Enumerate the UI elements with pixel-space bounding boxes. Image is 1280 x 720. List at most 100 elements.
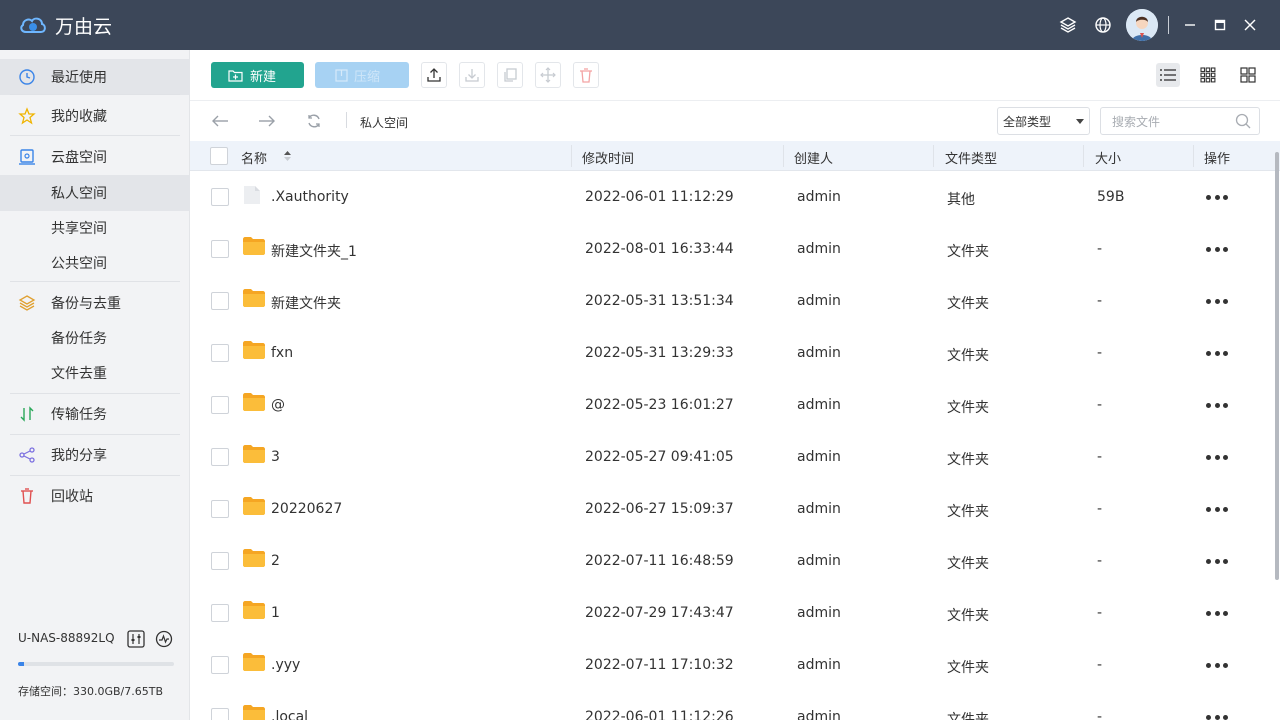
minimize-icon[interactable] bbox=[1180, 15, 1200, 35]
move-icon bbox=[540, 67, 556, 83]
header-size[interactable]: 大小 bbox=[1095, 148, 1121, 167]
sidebar-item-backup-dedup[interactable]: 备份与去重 bbox=[0, 285, 190, 321]
globe-icon[interactable] bbox=[1093, 15, 1113, 35]
sidebar-item-transfer[interactable]: 传输任务 bbox=[0, 396, 190, 432]
file-name[interactable]: .yyy bbox=[271, 657, 300, 673]
grid-large-icon bbox=[1240, 67, 1256, 83]
sidebar-item-label: 文件去重 bbox=[51, 366, 107, 382]
more-actions-icon[interactable] bbox=[1206, 447, 1228, 467]
row-checkbox[interactable] bbox=[211, 188, 229, 206]
table-row[interactable]: 新建文件夹 2022-05-31 13:51:34 admin 文件夹 - bbox=[190, 275, 1276, 327]
more-actions-icon[interactable] bbox=[1206, 655, 1228, 675]
row-checkbox[interactable] bbox=[211, 240, 229, 258]
grid-view-button[interactable] bbox=[1196, 63, 1220, 87]
file-name[interactable]: .Xauthority bbox=[271, 189, 349, 205]
table-row[interactable]: .local 2022-06-01 11:12:26 admin 文件夹 - bbox=[190, 691, 1276, 720]
table-row[interactable]: 3 2022-05-27 09:41:05 admin 文件夹 - bbox=[190, 431, 1276, 483]
row-checkbox[interactable] bbox=[211, 604, 229, 622]
file-name[interactable]: .local bbox=[271, 709, 308, 720]
activity-icon[interactable] bbox=[155, 630, 173, 648]
header-creator[interactable]: 创建人 bbox=[794, 148, 833, 167]
file-name[interactable]: @ bbox=[271, 397, 285, 413]
folder-icon bbox=[243, 341, 265, 361]
sidebar-item-cloud-space[interactable]: 云盘空间 bbox=[0, 139, 190, 175]
close-icon[interactable] bbox=[1240, 15, 1260, 35]
list-view-button[interactable] bbox=[1156, 63, 1180, 87]
app-logo-icon bbox=[20, 17, 46, 33]
search-input[interactable]: 搜索文件 bbox=[1100, 107, 1260, 135]
file-name[interactable]: 1 bbox=[271, 605, 280, 621]
file-name[interactable]: fxn bbox=[271, 345, 293, 361]
sidebar-item-shared-space[interactable]: 共享空间 bbox=[0, 210, 190, 246]
select-all-checkbox[interactable] bbox=[210, 147, 228, 165]
more-actions-icon[interactable] bbox=[1206, 187, 1228, 207]
large-grid-view-button[interactable] bbox=[1236, 63, 1260, 87]
upload-icon bbox=[427, 68, 441, 82]
sidebar-item-private-space[interactable]: 私人空间 bbox=[0, 175, 190, 211]
breadcrumb[interactable]: 私人空间 bbox=[360, 114, 408, 131]
sidebar-item-recycle-bin[interactable]: 回收站 bbox=[0, 478, 190, 514]
table-row[interactable]: fxn 2022-05-31 13:29:33 admin 文件夹 - bbox=[190, 327, 1276, 379]
row-checkbox[interactable] bbox=[211, 656, 229, 674]
sidebar-item-my-share[interactable]: 我的分享 bbox=[0, 437, 190, 473]
forward-button[interactable] bbox=[257, 111, 277, 131]
more-actions-icon[interactable] bbox=[1206, 239, 1228, 259]
sidebar-item-file-dedup[interactable]: 文件去重 bbox=[0, 355, 190, 391]
scrollbar[interactable] bbox=[1275, 152, 1279, 580]
table-row[interactable]: .Xauthority 2022-06-01 11:12:29 admin 其他 59B bbox=[190, 171, 1276, 223]
file-name[interactable]: 3 bbox=[271, 449, 280, 465]
type-filter-select[interactable]: 全部类型 bbox=[997, 107, 1090, 135]
table-row[interactable]: 20220627 2022-06-27 15:09:37 admin 文件夹 - bbox=[190, 483, 1276, 535]
upload-button[interactable] bbox=[421, 62, 447, 88]
header-type[interactable]: 文件类型 bbox=[945, 148, 997, 167]
file-size: - bbox=[1097, 605, 1103, 621]
header-modified[interactable]: 修改时间 bbox=[582, 148, 634, 167]
sidebar-item-favorites[interactable]: 我的收藏 bbox=[0, 98, 190, 134]
row-checkbox[interactable] bbox=[211, 448, 229, 466]
more-actions-icon[interactable] bbox=[1206, 395, 1228, 415]
header-name[interactable]: 名称 bbox=[241, 148, 267, 167]
row-checkbox[interactable] bbox=[211, 500, 229, 518]
file-name[interactable]: 新建文件夹_1 bbox=[271, 241, 357, 261]
compress-button[interactable]: 压缩 bbox=[315, 62, 409, 88]
row-checkbox[interactable] bbox=[211, 552, 229, 570]
file-name[interactable]: 20220627 bbox=[271, 501, 342, 517]
modified-time: 2022-05-31 13:51:34 bbox=[585, 293, 734, 309]
new-button-label: 新建 bbox=[250, 69, 277, 85]
avatar[interactable] bbox=[1126, 9, 1158, 41]
table-row[interactable]: 2 2022-07-11 16:48:59 admin 文件夹 - bbox=[190, 535, 1276, 587]
maximize-icon[interactable] bbox=[1210, 15, 1230, 35]
layers-icon[interactable] bbox=[1058, 15, 1078, 35]
column-divider bbox=[1083, 145, 1084, 167]
back-button[interactable] bbox=[210, 111, 230, 131]
copy-button[interactable] bbox=[497, 62, 523, 88]
row-checkbox[interactable] bbox=[211, 708, 229, 720]
row-checkbox[interactable] bbox=[211, 292, 229, 310]
new-button[interactable]: 新建 bbox=[211, 62, 304, 88]
equalizer-icon[interactable] bbox=[127, 630, 145, 648]
more-actions-icon[interactable] bbox=[1206, 707, 1228, 720]
sort-icon[interactable] bbox=[283, 150, 292, 162]
file-name[interactable]: 新建文件夹 bbox=[271, 293, 341, 313]
file-name[interactable]: 2 bbox=[271, 553, 280, 569]
move-button[interactable] bbox=[535, 62, 561, 88]
more-actions-icon[interactable] bbox=[1206, 603, 1228, 623]
table-row[interactable]: 1 2022-07-29 17:43:47 admin 文件夹 - bbox=[190, 587, 1276, 639]
folder-icon bbox=[243, 601, 265, 621]
more-actions-icon[interactable] bbox=[1206, 291, 1228, 311]
download-button[interactable] bbox=[459, 62, 485, 88]
search-icon[interactable] bbox=[1235, 113, 1251, 129]
table-row[interactable]: 新建文件夹_1 2022-08-01 16:33:44 admin 文件夹 - bbox=[190, 223, 1276, 275]
row-checkbox[interactable] bbox=[211, 344, 229, 362]
sidebar-item-backup-tasks[interactable]: 备份任务 bbox=[0, 320, 190, 356]
more-actions-icon[interactable] bbox=[1206, 551, 1228, 571]
sidebar-item-public-space[interactable]: 公共空间 bbox=[0, 245, 190, 281]
sidebar-item-recent[interactable]: 最近使用 bbox=[0, 59, 190, 95]
more-actions-icon[interactable] bbox=[1206, 499, 1228, 519]
table-row[interactable]: .yyy 2022-07-11 17:10:32 admin 文件夹 - bbox=[190, 639, 1276, 691]
more-actions-icon[interactable] bbox=[1206, 343, 1228, 363]
row-checkbox[interactable] bbox=[211, 396, 229, 414]
refresh-button[interactable] bbox=[304, 111, 324, 131]
table-row[interactable]: @2022-05-23 16:01:27 admin 文件夹 - bbox=[190, 379, 1276, 431]
delete-button[interactable] bbox=[573, 62, 599, 88]
